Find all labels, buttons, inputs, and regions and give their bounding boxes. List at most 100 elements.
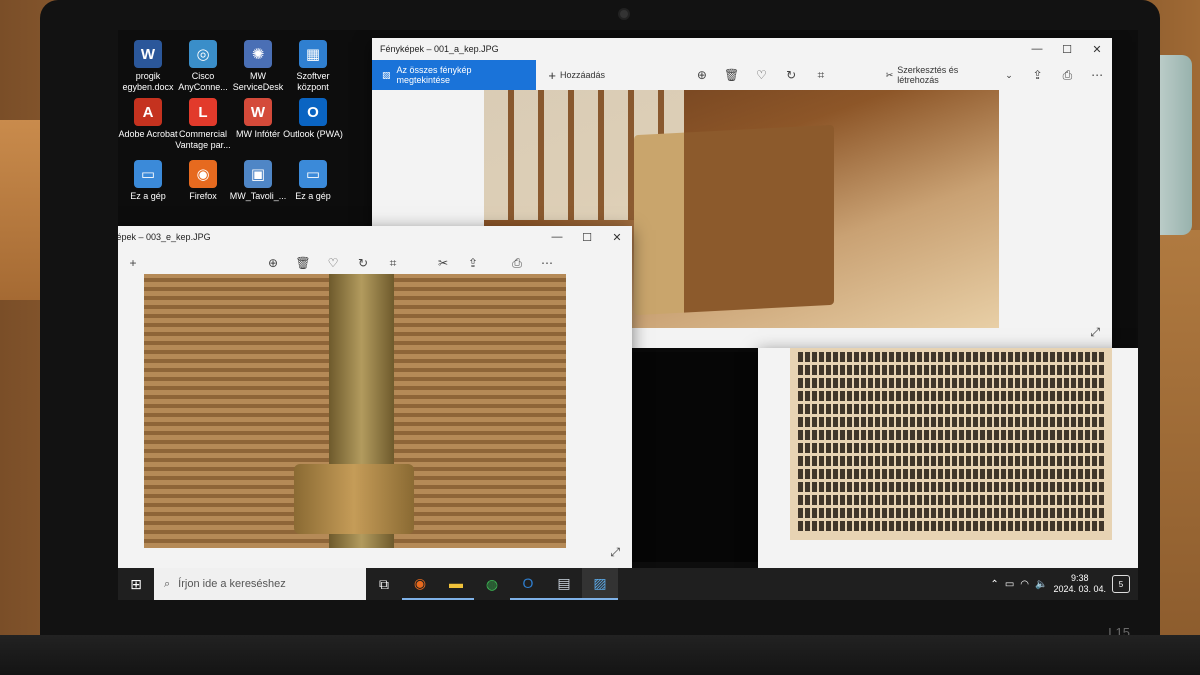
plus-icon: + <box>548 67 556 83</box>
delete-icon[interactable]: 🗑 <box>717 68 747 82</box>
desktop-icon-label: Ez a gép <box>295 191 331 201</box>
crop-icon[interactable]: ⌗ <box>378 256 408 271</box>
window-controls: — ☐ ✕ <box>1022 43 1112 56</box>
notifications-button[interactable]: 5 <box>1112 575 1130 593</box>
notification-count: 5 <box>1118 579 1124 589</box>
taskbar-search[interactable]: ⌕ Írjon ide a kereséshez <box>154 568 366 600</box>
desktop-icon-label: Commercial Vantage par... <box>175 129 231 150</box>
chevron-up-icon[interactable]: ⌃ <box>990 579 998 590</box>
heart-icon[interactable]: ♡ <box>746 68 776 82</box>
view-all-photos-button[interactable]: ▨ Az összes fénykép megtekintése <box>372 60 537 90</box>
plus-icon[interactable]: + <box>118 256 148 270</box>
desktop-icon-label: Ez a gép <box>130 191 166 201</box>
rotate-icon[interactable]: ↻ <box>348 256 378 270</box>
servicedesk-icon: ✺ <box>244 40 272 68</box>
add-button[interactable]: + Hozzáadás <box>536 68 617 83</box>
windows-start-icon[interactable]: ⊞ <box>118 576 154 593</box>
desktop-icon-this-pc-2[interactable]: ▭ Ez a gép <box>283 160 343 202</box>
window-titlebar[interactable]: képek – 003_e_kep.JPG — ☐ ✕ <box>118 226 632 248</box>
photos-toolbar: ▨ Az összes fénykép megtekintése + Hozzá… <box>372 60 1112 90</box>
delete-icon[interactable]: 🗑 <box>288 256 318 270</box>
maximize-button[interactable]: ☐ <box>572 231 602 244</box>
print-icon[interactable]: ⎙ <box>502 256 532 271</box>
expand-icon[interactable]: ⤢ <box>610 545 620 560</box>
task-view-icon[interactable]: ⧉ <box>366 568 402 600</box>
clock-date: 2024. 03. 04. <box>1053 584 1106 594</box>
wifi-icon[interactable]: ◠ <box>1020 579 1029 590</box>
firefox-icon[interactable]: ◉ <box>402 568 438 600</box>
desktop-icon-software-center[interactable]: ▦ Szoftver központ <box>283 40 343 93</box>
edit-icon[interactable]: ✂ <box>428 256 458 270</box>
desktop-icon-label: Cisco AnyConne... <box>178 71 228 92</box>
clasp-base <box>294 464 414 534</box>
clock[interactable]: 9:38 2024. 03. 04. <box>1053 573 1106 595</box>
laptop-bezel: L15 W progik egyben.docx ◎ Cisco AnyConn… <box>40 0 1160 660</box>
volume-icon[interactable]: 🔈 <box>1035 579 1047 590</box>
minimize-button[interactable]: — <box>542 231 572 244</box>
edit-create-button[interactable]: ✂ Szerkesztés és létrehozás ⌄ <box>886 65 1013 85</box>
clock-time: 9:38 <box>1070 573 1089 583</box>
document-icon[interactable]: ▤ <box>546 568 582 600</box>
add-label: Hozzáadás <box>559 70 605 80</box>
photos-icon: ▨ <box>382 69 391 80</box>
outlook-icon: O <box>299 98 327 126</box>
photo-book-spine-image <box>144 274 566 548</box>
desktop-icon-remote[interactable]: ▣ MW_Tavoli_... <box>228 160 288 202</box>
webcam <box>618 8 630 20</box>
print-icon[interactable]: ⎙ <box>1053 68 1083 83</box>
share-icon[interactable]: ⇪ <box>1023 68 1053 82</box>
window-title: képek – 003_e_kep.JPG <box>118 232 211 242</box>
desktop-icon-cisco[interactable]: ◎ Cisco AnyConne... <box>173 40 233 93</box>
search-placeholder: Írjon ide a kereséshez <box>178 578 286 590</box>
desktop-icon-outlook[interactable]: O Outlook (PWA) <box>283 98 343 140</box>
chrome-icon[interactable]: ◍ <box>474 568 510 600</box>
desktop-icon-this-pc[interactable]: ▭ Ez a gép <box>118 160 178 202</box>
desktop-icon-label: Szoftver központ <box>296 71 330 92</box>
view-all-photos-label: Az összes fénykép megtekintése <box>396 65 472 85</box>
desktop-icon-label: Outlook (PWA) <box>283 129 343 139</box>
photos-window-003[interactable]: képek – 003_e_kep.JPG — ☐ ✕ + ⊕ 🗑 ♡ ↻ ⌗ … <box>118 226 632 568</box>
desktop-icon-label: MW_Tavoli_... <box>229 191 287 201</box>
computer-icon: ▭ <box>134 160 162 188</box>
screen: W progik egyben.docx ◎ Cisco AnyConne...… <box>118 30 1138 600</box>
remote-desktop-icon: ▣ <box>244 160 272 188</box>
more-icon[interactable]: ⋯ <box>1082 68 1112 82</box>
window-title: Fényképek – 001_a_kep.JPG <box>380 44 499 54</box>
maximize-button[interactable]: ☐ <box>1052 43 1082 56</box>
crop-icon[interactable]: ⌗ <box>806 68 836 83</box>
desktop-icon-infoter[interactable]: W MW Infótér <box>228 98 288 140</box>
desktop-icon-servicedesk[interactable]: ✺ MW ServiceDesk <box>228 40 288 93</box>
taskbar: ⊞ ⌕ Írjon ide a kereséshez ⧉ ◉ ▬ ◍ O ▤ ▨… <box>118 568 1138 600</box>
desktop-icon-firefox[interactable]: ◉ Firefox <box>173 160 233 202</box>
old-book <box>634 124 834 316</box>
zoom-in-icon[interactable]: ⊕ <box>687 68 717 82</box>
battery-icon[interactable]: ▭ <box>1005 579 1014 590</box>
laptop-base <box>0 635 1200 675</box>
desktop-icon-label: Firefox <box>189 191 217 201</box>
more-icon[interactable]: ⋯ <box>532 256 562 270</box>
close-button[interactable]: ✕ <box>602 231 632 244</box>
minimize-button[interactable]: — <box>1022 43 1052 56</box>
computer-icon: ▭ <box>299 160 327 188</box>
edit-icon: ✂ <box>885 69 894 80</box>
chevron-down-icon: ⌄ <box>1005 69 1013 80</box>
system-tray: ⌃ ▭ ◠ 🔈 9:38 2024. 03. 04. 5 <box>990 573 1138 595</box>
share-icon[interactable]: ⇪ <box>458 256 488 270</box>
desktop-icon-label: progik egyben.docx <box>122 71 174 92</box>
heart-icon[interactable]: ♡ <box>318 256 348 270</box>
expand-icon[interactable]: ⤢ <box>1090 325 1100 340</box>
file-explorer-icon[interactable]: ▬ <box>438 568 474 600</box>
close-button[interactable]: ✕ <box>1082 43 1112 56</box>
edit-create-label: Szerkesztés és létrehozás <box>897 65 959 85</box>
outlook-icon[interactable]: O <box>510 568 546 600</box>
photos-icon[interactable]: ▨ <box>582 568 618 600</box>
infoter-icon: W <box>244 98 272 126</box>
desktop-icon-acrobat[interactable]: A Adobe Acrobat <box>118 98 178 140</box>
desktop-icon-label: MW ServiceDesk <box>232 71 284 92</box>
desktop-icon-vantage[interactable]: L Commercial Vantage par... <box>173 98 233 151</box>
window-titlebar[interactable]: Fényképek – 001_a_kep.JPG — ☐ ✕ <box>372 38 1112 60</box>
rotate-icon[interactable]: ↻ <box>776 68 806 82</box>
desktop-icon-progik[interactable]: W progik egyben.docx <box>118 40 178 93</box>
software-center-icon: ▦ <box>299 40 327 68</box>
zoom-in-icon[interactable]: ⊕ <box>258 256 288 270</box>
